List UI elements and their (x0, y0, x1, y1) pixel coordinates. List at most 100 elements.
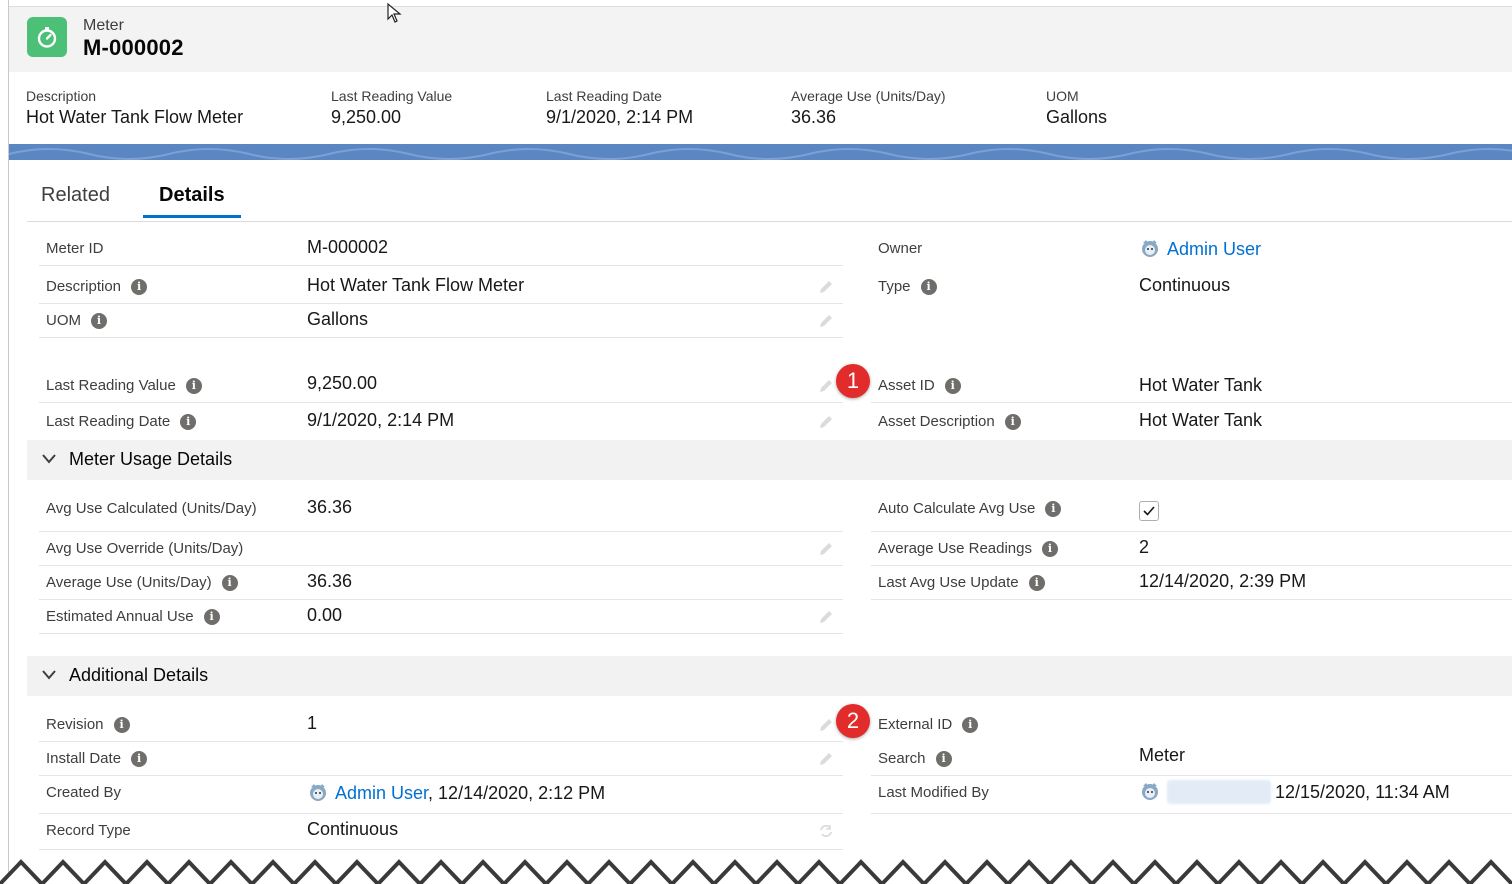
info-icon[interactable]: i (185, 377, 202, 394)
field-label: Avg Use Override (Units/Day) (46, 540, 244, 557)
field-label: Auto Calculate Avg Use (878, 500, 1036, 517)
edit-pencil-icon[interactable] (817, 278, 835, 296)
highlight-value: 9,250.00 (331, 107, 402, 127)
field-label: Avg Use Calculated (Units/Day) (46, 500, 257, 517)
asset-link[interactable]: Hot Water Tank (1139, 375, 1262, 396)
info-icon[interactable]: i (203, 608, 220, 625)
user-avatar-icon (310, 784, 326, 801)
info-icon[interactable]: i (944, 377, 961, 394)
info-icon[interactable]: i (1045, 500, 1062, 517)
edit-pencil-icon[interactable] (817, 377, 835, 395)
field-value: 1 (307, 713, 318, 733)
highlight-label: Description (26, 88, 97, 104)
field-meter-id: Meter ID M-000002 (39, 232, 843, 266)
edit-pencil-icon[interactable] (817, 312, 835, 330)
info-icon[interactable]: i (1041, 540, 1058, 557)
mouse-cursor-icon (387, 2, 402, 23)
field-value: M-000002 (307, 237, 389, 257)
field-asset-description: Asset Description i Hot Water Tank (871, 405, 1512, 439)
info-icon[interactable]: i (91, 312, 107, 329)
info-icon[interactable]: i (113, 716, 130, 733)
section-title: Additional Details (69, 665, 209, 685)
highlight-uom: UOM Gallons (1046, 88, 1107, 128)
info-icon[interactable]: i (1028, 574, 1045, 591)
field-value: 36.36 (307, 571, 353, 591)
edit-pencil-icon[interactable] (817, 750, 835, 768)
field-created-by: Created By Admin User, 12/14/2020, 2:12 … (39, 776, 843, 814)
user-avatar-icon (1142, 783, 1158, 800)
highlight-value: 9/1/2020, 2:14 PM (546, 107, 694, 127)
highlight-value: Hot Water Tank Flow Meter (26, 107, 244, 127)
field-label: UOM (46, 312, 81, 329)
field-label: Record Type (46, 822, 131, 839)
info-icon[interactable]: i (131, 750, 148, 767)
field-last-reading-date: Last Reading Date i 9/1/2020, 2:14 PM (39, 405, 843, 439)
section-meter-usage-details[interactable]: Meter Usage Details (27, 440, 1512, 480)
field-value: 9/1/2020, 2:14 PM (307, 410, 455, 430)
field-average-use: Average Use (Units/Day) i 36.36 (39, 566, 843, 600)
field-label: Search (878, 750, 926, 767)
created-by-user-link[interactable]: Admin User (335, 783, 428, 803)
chevron-down-icon[interactable] (41, 452, 57, 466)
meter-stopwatch-icon (27, 17, 67, 57)
field-value: 0.00 (307, 605, 343, 625)
created-date: , 12/14/2020, 2:12 PM (428, 783, 606, 803)
field-value: Meter (1139, 745, 1186, 765)
owner-link[interactable]: Admin User (1167, 239, 1261, 259)
field-value: 12/14/2020, 2:39 PM (1139, 571, 1307, 591)
field-value: Hot Water Tank (1139, 410, 1263, 430)
edit-pencil-icon[interactable] (817, 716, 835, 734)
field-type: Type i Continuous (871, 270, 1512, 304)
field-value: 9,250.00 (307, 373, 378, 393)
info-icon[interactable]: i (221, 574, 238, 591)
info-icon[interactable]: i (180, 413, 197, 430)
info-icon[interactable]: i (131, 278, 148, 295)
redacted-user-name (1167, 780, 1271, 804)
edit-pencil-icon[interactable] (817, 540, 835, 558)
section-additional-details[interactable]: Additional Details (27, 656, 1512, 696)
field-last-avg-use-update: Last Avg Use Update i 12/14/2020, 2:39 PM (871, 566, 1512, 600)
field-value: Hot Water Tank Flow Meter (307, 275, 525, 295)
field-label: Asset ID (878, 377, 935, 394)
field-last-modified-by: Last Modified By 12/15/2020, 11:34 AM (871, 776, 1512, 814)
tab-details[interactable]: Details (143, 184, 241, 218)
highlight-label: Average Use (Units/Day) (791, 88, 946, 104)
field-search: Search i Meter (871, 742, 1512, 776)
highlight-value: Gallons (1046, 107, 1108, 127)
field-value: Continuous (307, 819, 399, 839)
field-average-use-readings: Average Use Readings i 2 (871, 532, 1512, 566)
field-owner: Owner Admin User (871, 232, 1512, 266)
field-asset-id: Asset ID i Hot Water Tank (871, 369, 1512, 403)
field-estimated-annual-use: Estimated Annual Use i 0.00 (39, 600, 843, 634)
modified-date: 12/15/2020, 11:34 AM (1275, 782, 1450, 802)
field-revision: Revision i 1 (39, 708, 843, 742)
field-label: Asset Description (878, 413, 995, 430)
chevron-down-icon[interactable] (41, 668, 57, 682)
highlight-label: Last Reading Date (546, 88, 662, 104)
info-icon[interactable]: i (920, 278, 937, 295)
info-icon[interactable]: i (962, 716, 979, 733)
info-icon[interactable]: i (935, 750, 952, 767)
highlight-last-reading-date: Last Reading Date 9/1/2020, 2:14 PM (546, 88, 693, 128)
field-label: Average Use (Units/Day) (46, 574, 212, 591)
field-uom: UOM i Gallons (39, 304, 843, 338)
field-label: Last Modified By (878, 784, 989, 801)
field-label: Created By (46, 784, 122, 801)
highlight-description: Description Hot Water Tank Flow Meter (26, 88, 243, 128)
callout-badge-1: 1 (836, 364, 870, 398)
field-value: 2 (1139, 537, 1150, 557)
edit-pencil-icon[interactable] (817, 608, 835, 626)
field-value: Gallons (307, 309, 369, 329)
field-avg-use-calculated: Avg Use Calculated (Units/Day) 36.36 (39, 492, 843, 532)
highlights-panel: Description Hot Water Tank Flow Meter La… (9, 72, 1512, 144)
record-page: Meter M-000002 Description Hot Water Tan… (8, 0, 1512, 884)
section-title: Meter Usage Details (69, 449, 233, 469)
auto-calculate-checkbox[interactable] (1139, 501, 1159, 521)
user-avatar-icon (1142, 240, 1158, 257)
field-label: Last Reading Value (46, 377, 176, 394)
change-record-type-icon[interactable] (817, 822, 835, 840)
field-label: Owner (878, 240, 923, 257)
info-icon[interactable]: i (1004, 413, 1021, 430)
tab-related[interactable]: Related (41, 184, 110, 217)
edit-pencil-icon[interactable] (817, 413, 835, 431)
